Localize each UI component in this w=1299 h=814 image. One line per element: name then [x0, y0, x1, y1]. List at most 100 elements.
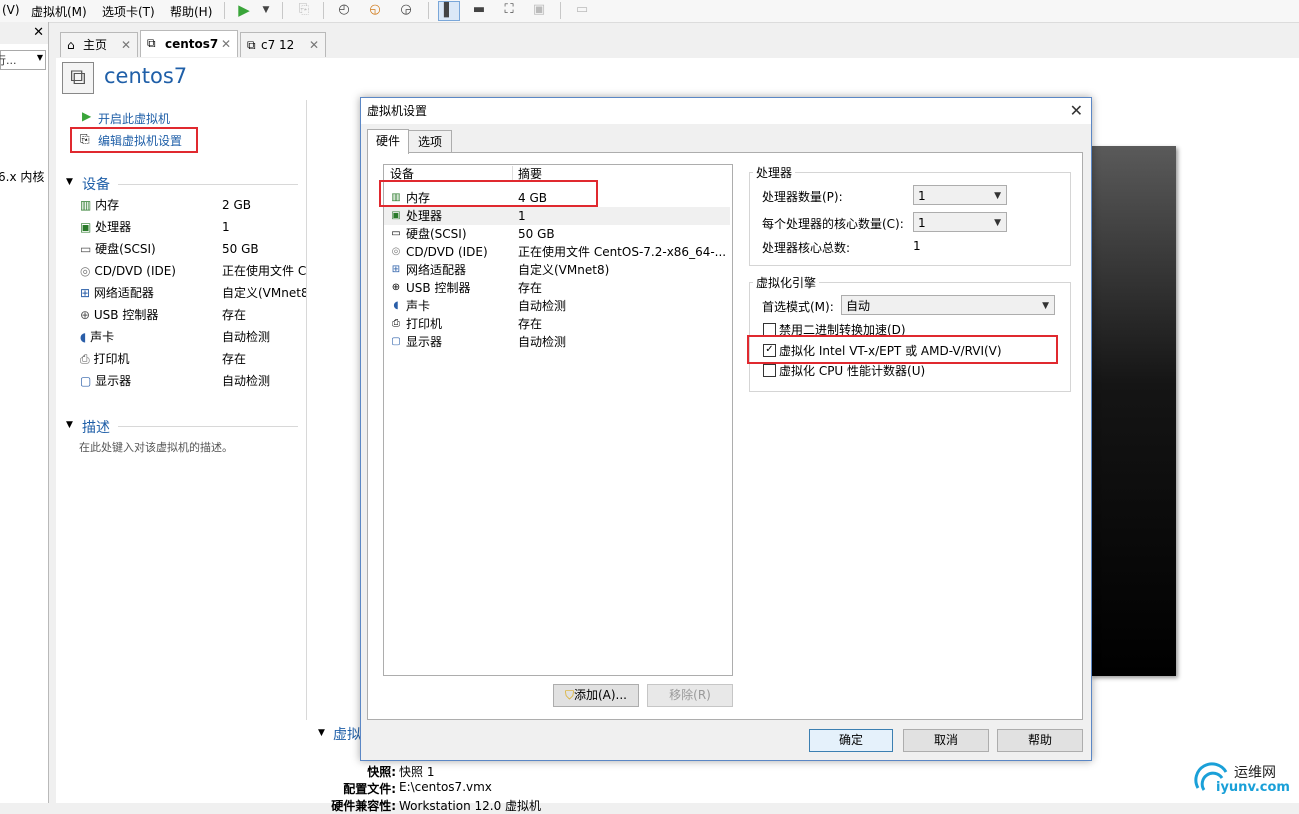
unity-icon[interactable]: ▣ — [529, 1, 549, 19]
ok-button[interactable]: 确定 — [809, 729, 893, 752]
collapse-icon[interactable]: ▼ — [66, 420, 73, 430]
divider — [118, 426, 298, 427]
description-input[interactable]: 在此处键入对该虚拟机的描述。 — [79, 439, 233, 455]
help-button[interactable]: 帮助 — [997, 729, 1083, 752]
fullscreen-icon[interactable]: ⛶ — [499, 1, 519, 19]
preferred-mode-select[interactable]: 自动 ▼ — [841, 295, 1055, 315]
tab-hardware[interactable]: 硬件 — [367, 129, 409, 154]
list-item-sound[interactable]: ◖ 声卡 自动检测 — [384, 297, 730, 315]
menu-tabs[interactable]: 选项卡(T) — [102, 3, 155, 20]
add-device-button[interactable]: ⛉添加(A)... — [553, 684, 639, 707]
device-name: 处理器 — [95, 220, 132, 234]
cancel-button[interactable]: 取消 — [903, 729, 989, 752]
vm-title: centos7 — [104, 64, 188, 88]
select-value: 自动 — [846, 299, 871, 313]
library-search-input[interactable]: 行... ▼ — [0, 50, 46, 70]
checkbox-label[interactable]: 虚拟化 CPU 性能计数器(U) — [779, 362, 925, 379]
list-item-display[interactable]: ▢ 显示器 自动检测 — [384, 333, 730, 351]
toolbar-separator — [428, 2, 429, 19]
highlight-box — [70, 127, 198, 153]
chevron-down-icon[interactable]: ▼ — [256, 1, 276, 19]
device-row-display[interactable]: ▢ 显示器 自动检测 — [80, 372, 270, 390]
menu-view[interactable]: (V) — [2, 3, 20, 17]
list-item-cpu[interactable]: ▣ 处理器 1 — [384, 207, 730, 225]
toolbar-separator — [560, 2, 561, 19]
show-library-icon[interactable]: ▌ — [438, 1, 460, 21]
library-item-partial[interactable]: 6.x 内核 — [0, 168, 44, 185]
collapse-icon[interactable]: ▼ — [318, 728, 325, 738]
processor-group-title: 处理器 — [753, 164, 796, 181]
close-icon[interactable]: ✕ — [1070, 98, 1083, 124]
chevron-down-icon[interactable]: ▼ — [37, 53, 43, 62]
menu-help[interactable]: 帮助(H) — [170, 3, 212, 20]
thumbnail-bar-icon[interactable]: ▬ — [469, 1, 489, 19]
preferred-mode-label: 首选模式(M): — [762, 300, 834, 314]
detail-value: Workstation 12.0 虚拟机 — [399, 799, 542, 813]
virtualization-group-title: 虚拟化引擎 — [753, 274, 820, 291]
device-row-printer[interactable]: ⎙ 打印机 存在 — [80, 350, 246, 368]
list-item-printer[interactable]: ⎙ 打印机 存在 — [384, 315, 730, 333]
device-name: USB 控制器 — [93, 308, 159, 322]
processor-count-select[interactable]: 1 ▼ — [913, 185, 1007, 205]
device-list[interactable]: 设备 摘要 ▥ 内存 4 GB ▣ 处理器 1 ▭ 硬盘(SCSI) 50 GB ◎ CD/D… — [383, 164, 733, 676]
processor-count-label: 处理器数量(P): — [762, 190, 843, 204]
tab-label: centos7 — [165, 37, 219, 51]
list-item-cdrom[interactable]: ◎ CD/DVD (IDE) 正在使用文件 CentOS-7.2-x86_64-..… — [384, 243, 730, 261]
close-icon[interactable]: ✕ — [221, 32, 231, 56]
device-name: 声卡 — [90, 330, 115, 344]
device-row-memory[interactable]: ▥ 内存 2 GB — [80, 196, 251, 214]
close-icon[interactable]: ✕ — [121, 33, 131, 57]
device-row-harddisk[interactable]: ▭ 硬盘(SCSI) 50 GB — [80, 240, 259, 258]
tab-home[interactable]: ⌂ 主页 ✕ — [60, 32, 138, 57]
description-section-title[interactable]: 描述 — [82, 417, 110, 437]
send-ctrl-alt-del-icon[interactable]: ⎘ — [294, 1, 314, 19]
device-row-network[interactable]: ⊞ 网络适配器 自定义(VMnet8) — [80, 284, 313, 302]
sound-icon: ◖ — [393, 300, 399, 311]
device-value: 自动检测 — [222, 374, 271, 388]
devices-section-title[interactable]: 设备 — [82, 174, 110, 194]
device-row-cpu[interactable]: ▣ 处理器 1 — [80, 218, 230, 236]
device-summary: 1 — [518, 209, 526, 223]
virtualize-cpu-counters-checkbox[interactable] — [763, 364, 776, 377]
details-section-title[interactable]: 虚拟 — [333, 724, 361, 744]
snapshot-revert-icon[interactable]: ◵ — [365, 1, 385, 19]
chevron-down-icon: ▼ — [994, 191, 1001, 201]
search-partial-text: 行... — [0, 54, 17, 67]
usb-icon: ⊕ — [391, 282, 401, 293]
tab-c7-12[interactable]: ⧉ c7 12 ✕ — [240, 32, 326, 57]
device-summary: 存在 — [518, 281, 543, 295]
close-icon[interactable]: ✕ — [33, 25, 44, 40]
snapshot-take-icon[interactable]: ◴ — [334, 1, 354, 19]
home-icon: ⌂ — [67, 38, 75, 52]
list-item-network[interactable]: ⊞ 网络适配器 自定义(VMnet8) — [384, 261, 730, 279]
watermark: 运维网 iyunv.com — [1190, 758, 1299, 803]
highlight-box — [747, 335, 1058, 364]
select-value: 1 — [918, 189, 926, 203]
vm-settings-dialog: 虚拟机设置 ✕ 硬件 选项 设备 摘要 ▥ 内存 4 GB ▣ 处理器 1 ▭ 硬盘(SC… — [360, 97, 1092, 761]
vm-console-preview[interactable] — [1090, 146, 1176, 676]
close-icon[interactable]: ✕ — [309, 33, 319, 57]
list-item-harddisk[interactable]: ▭ 硬盘(SCSI) 50 GB — [384, 225, 730, 243]
device-row-cdrom[interactable]: ◎ CD/DVD (IDE) 正在使用文件 C... — [80, 262, 318, 280]
total-cores-label: 处理器核心总数: — [762, 241, 851, 255]
dialog-titlebar[interactable]: 虚拟机设置 ✕ — [361, 98, 1091, 124]
device-value: 1 — [222, 220, 230, 234]
menu-vm[interactable]: 虚拟机(M) — [31, 3, 87, 20]
list-item-usb[interactable]: ⊕ USB 控制器 存在 — [384, 279, 730, 297]
remove-device-button[interactable]: 移除(R) — [647, 684, 733, 707]
power-on-icon[interactable]: ▶ — [234, 1, 254, 19]
device-summary: 自动检测 — [518, 335, 567, 349]
console-view-icon[interactable]: ▭ — [572, 1, 592, 19]
snapshot-manager-icon[interactable]: ◶ — [396, 1, 416, 19]
tab-options[interactable]: 选项 — [408, 130, 452, 153]
tab-centos7[interactable]: ⧉ centos7 ✕ — [140, 30, 238, 57]
toolbar-separator — [224, 2, 225, 19]
network-icon: ⊞ — [391, 264, 401, 275]
device-row-sound[interactable]: ◖ 声卡 自动检测 — [80, 328, 270, 346]
cdrom-icon: ◎ — [391, 246, 401, 257]
vm-icon: ⧉ — [247, 38, 256, 52]
collapse-icon[interactable]: ▼ — [66, 177, 73, 187]
cores-per-processor-select[interactable]: 1 ▼ — [913, 212, 1007, 232]
power-on-link[interactable]: 开启此虚拟机 — [98, 110, 170, 127]
device-row-usb[interactable]: ⊕ USB 控制器 存在 — [80, 306, 246, 324]
